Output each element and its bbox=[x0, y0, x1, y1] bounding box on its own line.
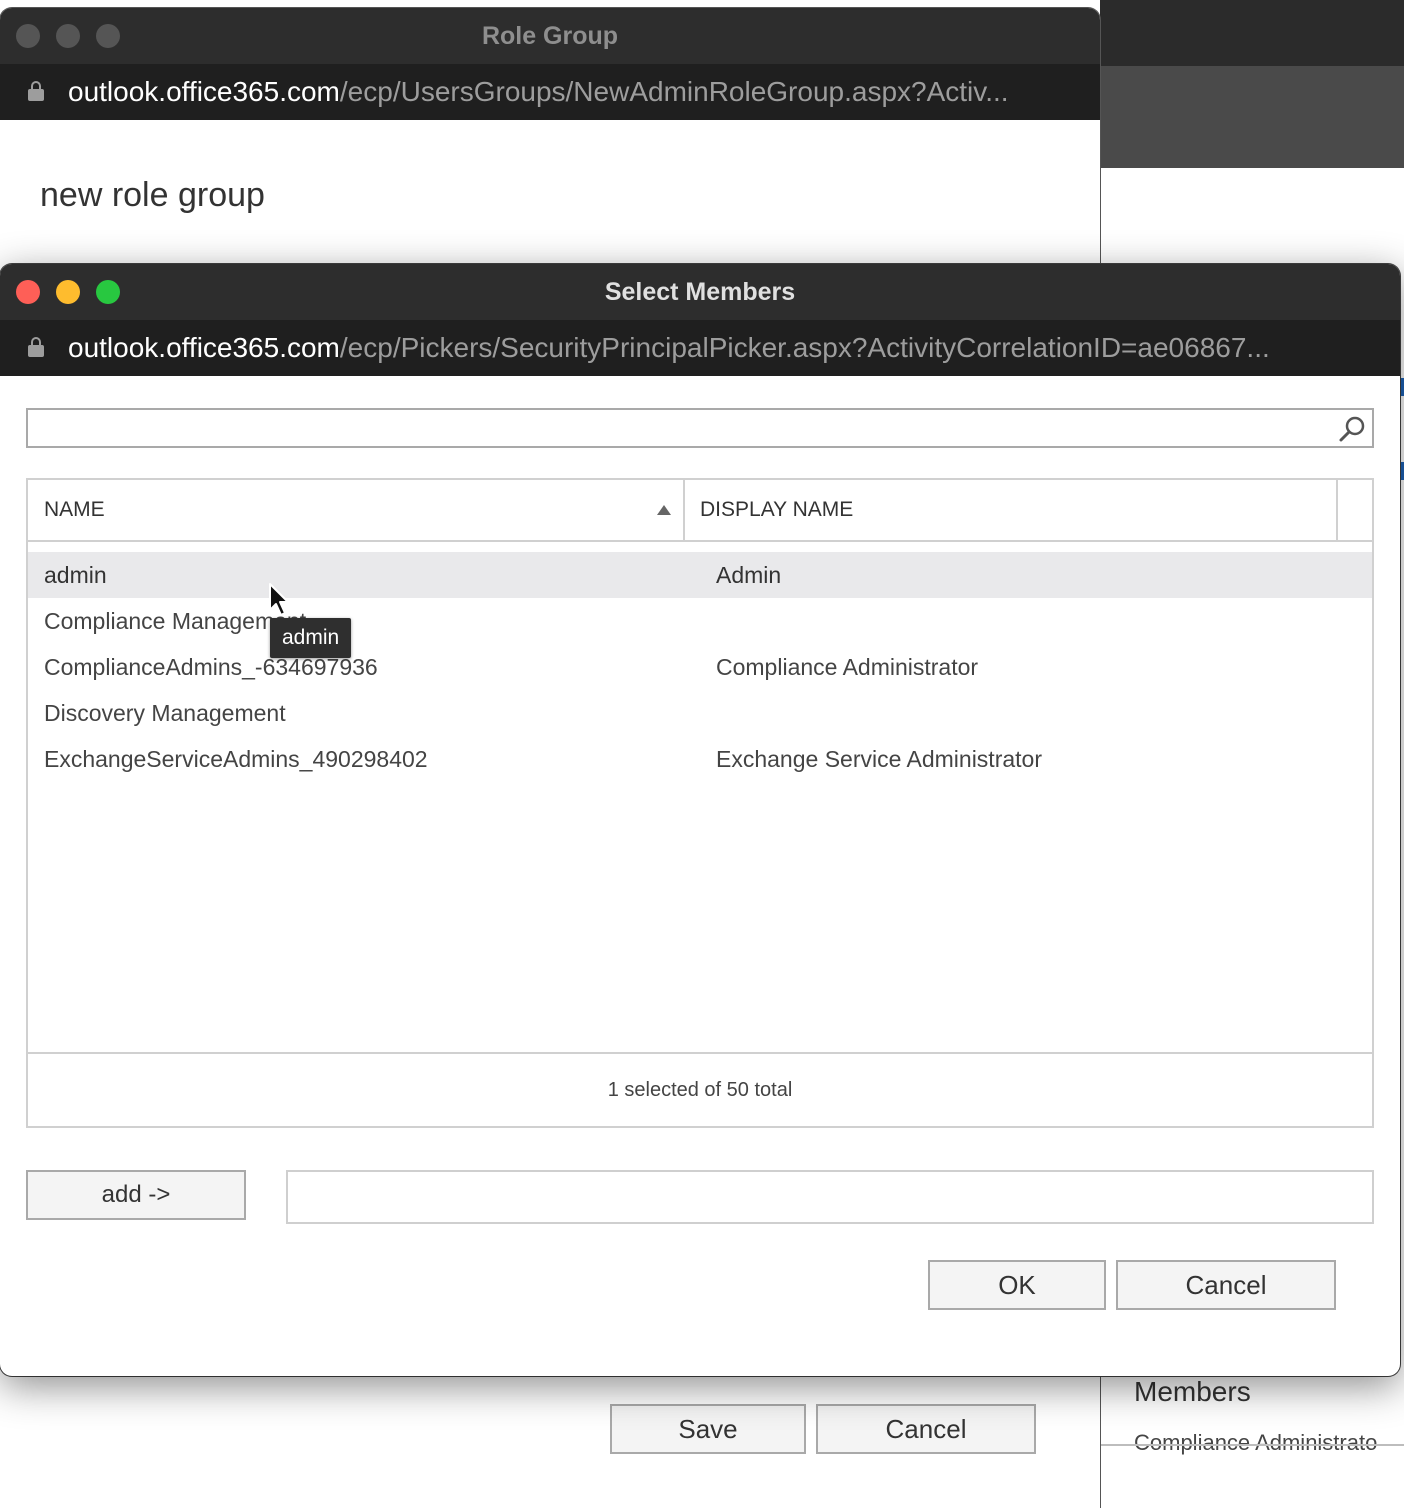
lock-icon bbox=[28, 81, 44, 101]
add-button[interactable]: add -> bbox=[26, 1170, 246, 1220]
background-subheader bbox=[1100, 66, 1404, 168]
table-row[interactable]: admin Admin bbox=[28, 552, 1372, 598]
url-path: /ecp/UsersGroups/NewAdminRoleGroup.aspx?… bbox=[339, 76, 1009, 107]
divider bbox=[1100, 1444, 1404, 1446]
window-titlebar[interactable]: Role Group bbox=[0, 8, 1100, 64]
column-header-name[interactable]: NAME bbox=[44, 480, 105, 540]
search-icon[interactable] bbox=[1338, 415, 1366, 443]
column-resize-handle[interactable] bbox=[1336, 480, 1338, 540]
window-title: Role Group bbox=[481, 22, 619, 50]
cell-display-name: Exchange Service Administrator bbox=[716, 746, 1042, 772]
table-row[interactable]: Compliance Management bbox=[28, 598, 1372, 644]
cell-name: admin bbox=[44, 562, 107, 588]
sort-ascending-icon[interactable] bbox=[657, 505, 671, 515]
address-bar: outlook.office365.com/ecp/UsersGroups/Ne… bbox=[0, 64, 1100, 120]
url-path: /ecp/Pickers/SecurityPrincipalPicker.asp… bbox=[339, 332, 1270, 363]
table-row[interactable]: Discovery Management bbox=[28, 690, 1372, 736]
cell-display-name: Compliance Administrator bbox=[716, 654, 979, 680]
column-resize-handle[interactable] bbox=[683, 480, 685, 540]
cancel-button[interactable]: Cancel bbox=[1116, 1260, 1336, 1310]
members-heading: Members bbox=[1134, 1376, 1251, 1407]
window-titlebar[interactable]: Select Members bbox=[0, 264, 1400, 320]
member-item: Compliance Administrato bbox=[1134, 1430, 1378, 1455]
table-row[interactable]: ExchangeServiceAdmins_490298402 Exchange… bbox=[28, 736, 1372, 782]
background-header bbox=[1100, 0, 1404, 66]
column-header-display-name[interactable]: DISPLAY NAME bbox=[700, 480, 853, 540]
search-input[interactable] bbox=[32, 411, 1326, 447]
cell-name: ExchangeServiceAdmins_490298402 bbox=[44, 746, 428, 772]
grid-header: NAME DISPLAY NAME bbox=[28, 480, 1372, 542]
search-box bbox=[26, 408, 1374, 448]
cell-name: Discovery Management bbox=[44, 700, 286, 726]
lock-icon bbox=[28, 337, 44, 357]
cell-name: Compliance Management bbox=[44, 608, 307, 634]
selected-members-field[interactable] bbox=[286, 1170, 1374, 1224]
tooltip: admin bbox=[270, 618, 352, 658]
save-button[interactable]: Save bbox=[610, 1404, 806, 1454]
grid-rows: admin Admin Compliance Management Compli… bbox=[28, 552, 1372, 782]
url-text: outlook.office365.com/ecp/UsersGroups/Ne… bbox=[68, 64, 1009, 120]
cell-display-name: Admin bbox=[716, 562, 782, 588]
page-title: new role group bbox=[40, 176, 265, 214]
address-bar: outlook.office365.com/ecp/Pickers/Securi… bbox=[0, 320, 1400, 376]
select-members-window: Select Members outlook.office365.com/ecp… bbox=[0, 264, 1400, 1376]
mouse-pointer-icon bbox=[269, 583, 289, 616]
url-text: outlook.office365.com/ecp/Pickers/Securi… bbox=[68, 320, 1270, 376]
window-title: Select Members bbox=[604, 278, 796, 306]
members-grid: NAME DISPLAY NAME admin Admin Compliance… bbox=[26, 478, 1374, 1128]
url-domain: outlook.office365.com bbox=[68, 76, 340, 107]
cancel-button[interactable]: Cancel bbox=[816, 1404, 1036, 1454]
table-row[interactable]: ComplianceAdmins_-634697936 Compliance A… bbox=[28, 644, 1372, 690]
selection-status: 1 selected of 50 total bbox=[607, 1079, 793, 1101]
url-domain: outlook.office365.com bbox=[68, 332, 340, 363]
ok-button[interactable]: OK bbox=[928, 1260, 1106, 1310]
